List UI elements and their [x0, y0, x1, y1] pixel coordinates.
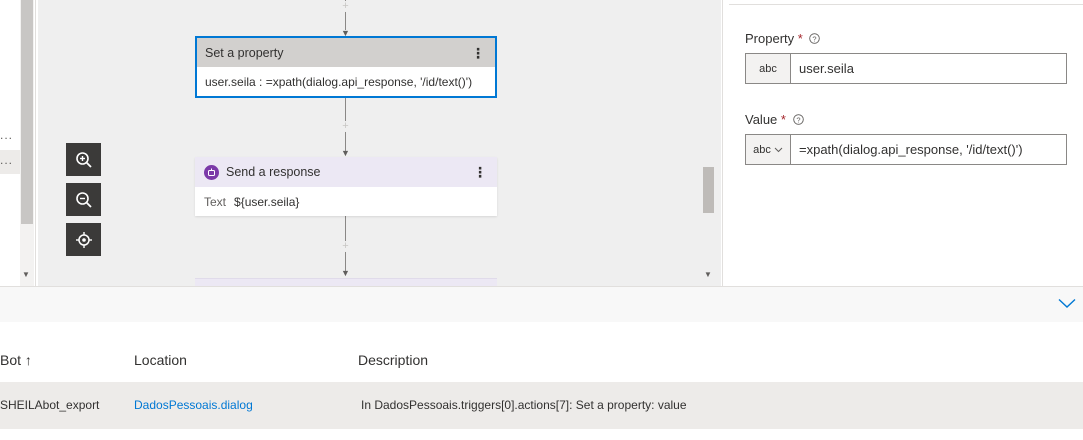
node-body: user.seila : =xpath(dialog.api_response,…	[197, 67, 495, 96]
type-dropdown[interactable]: abc	[746, 135, 791, 164]
value-field-label: Value * ?	[745, 112, 804, 127]
value-field[interactable]: abc =xpath(dialog.api_response, '/id/tex…	[745, 134, 1067, 165]
help-icon[interactable]: ?	[809, 33, 821, 44]
zoom-out-icon	[75, 191, 92, 208]
node-content-label: Text	[204, 194, 227, 209]
center-view-button[interactable]	[66, 223, 101, 256]
left-nav-ellipsis[interactable]: ...	[0, 128, 13, 142]
problems-panel-header	[0, 286, 1083, 322]
node-header: Send a response	[195, 157, 497, 187]
add-action-icon[interactable]: +	[340, 241, 351, 252]
property-field[interactable]: abc user.seila	[745, 53, 1067, 84]
send-response-node[interactable]: Send a response Text ${user.seila} ⋮	[195, 157, 497, 216]
table-row[interactable]: SHEILAbot_export DadosPessoais.dialog In…	[0, 382, 1083, 429]
more-options-icon[interactable]: ⋮	[473, 164, 487, 181]
column-header-description[interactable]: Description	[358, 352, 428, 368]
zoom-in-button[interactable]	[66, 143, 101, 176]
set-property-node[interactable]: Set a property user.seila : =xpath(dialo…	[195, 36, 497, 98]
type-selector[interactable]: abc	[746, 54, 791, 83]
required-marker: *	[797, 31, 803, 46]
left-nav-ellipsis[interactable]: ...	[0, 153, 13, 167]
bot-icon	[204, 164, 219, 180]
property-field-label: Property * ?	[745, 31, 821, 46]
center-icon	[75, 231, 92, 248]
column-header-location[interactable]: Location	[134, 352, 187, 368]
more-options-icon[interactable]: ⋮	[471, 45, 485, 62]
scroll-down-icon[interactable]: ▼	[704, 270, 712, 279]
arrow-down-icon: ▼	[341, 148, 350, 158]
left-nav-scroll-thumb[interactable]	[21, 0, 33, 224]
node-header: Set a property	[197, 38, 495, 67]
property-input[interactable]: user.seila	[791, 54, 1066, 83]
add-action-icon[interactable]: +	[340, 1, 351, 12]
svg-text:?: ?	[796, 115, 800, 124]
node-content: user.seila : =xpath(dialog.api_response,…	[205, 74, 473, 89]
node-title: Set a property	[205, 45, 284, 60]
scroll-down-icon[interactable]: ▼	[22, 270, 30, 279]
node-body: Text ${user.seila}	[195, 187, 497, 216]
help-icon[interactable]: ?	[792, 114, 804, 125]
node-title: Send a response	[226, 165, 321, 179]
column-header-bot[interactable]: Bot ↑	[0, 352, 32, 368]
canvas-scroll-thumb[interactable]	[703, 167, 714, 213]
add-action-icon[interactable]: +	[340, 121, 351, 132]
cell-description: In DadosPessoais.triggers[0].actions[7]:…	[361, 398, 687, 412]
required-marker: *	[780, 112, 786, 127]
cell-location-link[interactable]: DadosPessoais.dialog	[134, 398, 253, 412]
properties-pane: Property * ? abc user.seila Value * ? ab…	[722, 0, 1083, 286]
value-input[interactable]: =xpath(dialog.api_response, '/id/text()'…	[791, 135, 1066, 164]
zoom-in-icon	[75, 151, 92, 168]
chevron-down-icon	[774, 147, 783, 152]
next-node-partial[interactable]	[195, 278, 497, 286]
chevron-down-icon[interactable]	[1058, 298, 1076, 309]
cell-bot: SHEILAbot_export	[0, 398, 100, 412]
zoom-out-button[interactable]	[66, 183, 101, 216]
svg-text:?: ?	[813, 34, 817, 43]
node-content: ${user.seila}	[234, 194, 300, 209]
arrow-down-icon: ▼	[341, 268, 350, 278]
problems-panel: Bot ↑ Location Description SHEILAbot_exp…	[0, 286, 1083, 440]
divider	[729, 4, 1083, 5]
canvas-scrollbar[interactable]	[700, 0, 718, 286]
